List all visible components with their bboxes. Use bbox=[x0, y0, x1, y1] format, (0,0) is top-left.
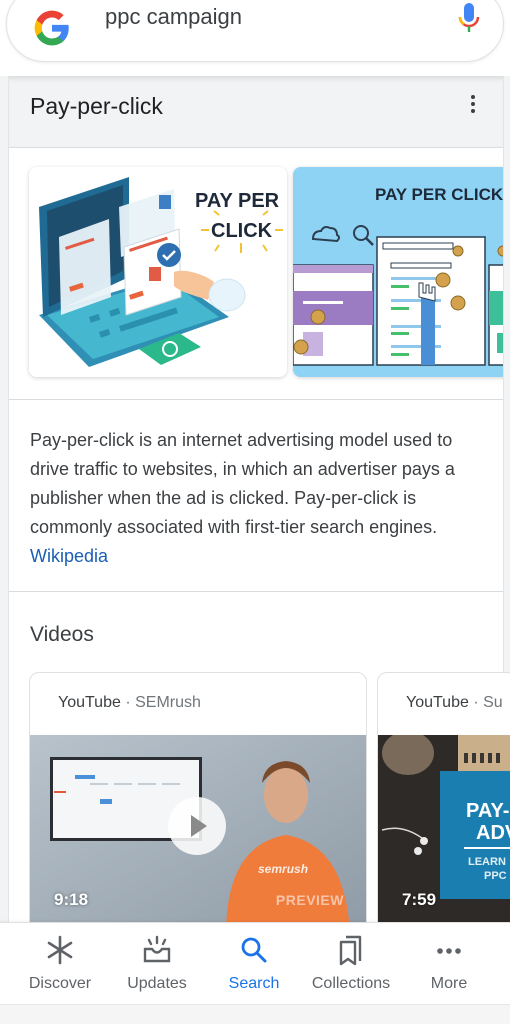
nav-search[interactable]: Search bbox=[204, 923, 304, 1005]
top-bar: ppc campaign bbox=[0, 0, 510, 76]
google-app-screen: ppc campaign Pay-per-click PAY PER CLICK… bbox=[0, 0, 510, 1024]
thumb-text-line4: PPC bbox=[484, 870, 507, 882]
video-platform: YouTube bbox=[58, 694, 121, 711]
video-channel: SEMrush bbox=[135, 694, 201, 711]
laptop-illustration: PAY PER CLICK bbox=[29, 167, 287, 377]
nav-label: Collections bbox=[311, 975, 391, 992]
video-channel: Su bbox=[483, 694, 503, 711]
video-card[interactable]: YouTube · Su PAY- ADV LEARN PPC bbox=[377, 672, 510, 932]
bottom-navigation: Discover Updates Search Collections More bbox=[0, 922, 510, 1004]
nav-more[interactable]: More bbox=[399, 923, 499, 1005]
video-thumbnail-image: PAY- ADV LEARN PPC bbox=[378, 735, 510, 931]
search-box[interactable]: ppc campaign bbox=[6, 0, 504, 62]
image-carousel[interactable]: PAY PER CLICK PAY PER CLICK bbox=[9, 148, 503, 400]
knowledge-panel: Pay-per-click PAY PER CLICK PAY PER CLIC… bbox=[8, 76, 510, 936]
separator: · bbox=[468, 694, 484, 711]
more-vert-icon[interactable] bbox=[461, 92, 485, 118]
video-source: YouTube · SEMrush bbox=[58, 694, 201, 712]
thumb-text-line3: LEARN bbox=[468, 856, 506, 868]
nav-collections[interactable]: Collections bbox=[301, 923, 401, 1005]
search-icon bbox=[241, 937, 267, 963]
shirt-logo-text: semrush bbox=[258, 862, 308, 876]
wikipedia-link[interactable]: Wikipedia bbox=[30, 546, 108, 566]
mic-icon[interactable] bbox=[457, 1, 481, 35]
asterisk-icon bbox=[47, 935, 73, 965]
video-thumbnail[interactable]: semrush 9:18 PREVIEW bbox=[30, 735, 366, 931]
video-platform: YouTube bbox=[406, 694, 469, 711]
system-bar bbox=[0, 1004, 510, 1024]
search-input[interactable]: ppc campaign bbox=[105, 3, 242, 31]
video-duration: 9:18 bbox=[54, 890, 89, 909]
image-thumbnail[interactable]: PAY PER CLICK bbox=[293, 167, 503, 377]
knowledge-panel-header: Pay-per-click bbox=[9, 76, 503, 148]
more-horiz-icon bbox=[437, 948, 461, 954]
video-duration: 7:59 bbox=[402, 890, 437, 909]
description: Pay-per-click is an internet advertising… bbox=[9, 400, 503, 592]
play-icon[interactable] bbox=[168, 797, 226, 855]
knowledge-panel-title: Pay-per-click bbox=[30, 93, 163, 119]
image-caption-line1: PAY PER bbox=[195, 190, 280, 212]
description-body: Pay-per-click is an internet advertising… bbox=[30, 430, 455, 537]
video-source: YouTube · Su bbox=[406, 694, 503, 712]
nav-updates[interactable]: Updates bbox=[107, 923, 207, 1005]
nav-label: Discover bbox=[28, 975, 92, 992]
nav-discover[interactable]: Discover bbox=[10, 923, 110, 1005]
separator: · bbox=[120, 694, 136, 711]
preview-label: PREVIEW bbox=[275, 892, 344, 908]
thumb-text-line2: ADV bbox=[476, 822, 510, 844]
collections-bookmark-icon bbox=[339, 935, 362, 966]
nav-label: More bbox=[430, 975, 468, 992]
video-card[interactable]: YouTube · SEMrush semrush 9:18 PREVIEW bbox=[29, 672, 367, 932]
nav-label: Updates bbox=[127, 975, 187, 992]
description-text: Pay-per-click is an internet advertising… bbox=[30, 426, 490, 571]
video-thumbnail[interactable]: PAY- ADV LEARN PPC 7:59 bbox=[378, 735, 510, 931]
image-caption-line2: CLICK bbox=[211, 220, 273, 242]
image-thumbnail[interactable]: PAY PER CLICK bbox=[29, 167, 287, 377]
google-g-icon bbox=[34, 10, 69, 46]
image-caption: PAY PER CLICK bbox=[375, 185, 503, 204]
browser-windows-illustration: PAY PER CLICK bbox=[293, 167, 503, 377]
videos-section-title: Videos bbox=[30, 623, 94, 646]
thumb-text-line1: PAY- bbox=[466, 800, 509, 822]
nav-label: Search bbox=[228, 975, 280, 992]
updates-inbox-icon bbox=[143, 935, 171, 963]
